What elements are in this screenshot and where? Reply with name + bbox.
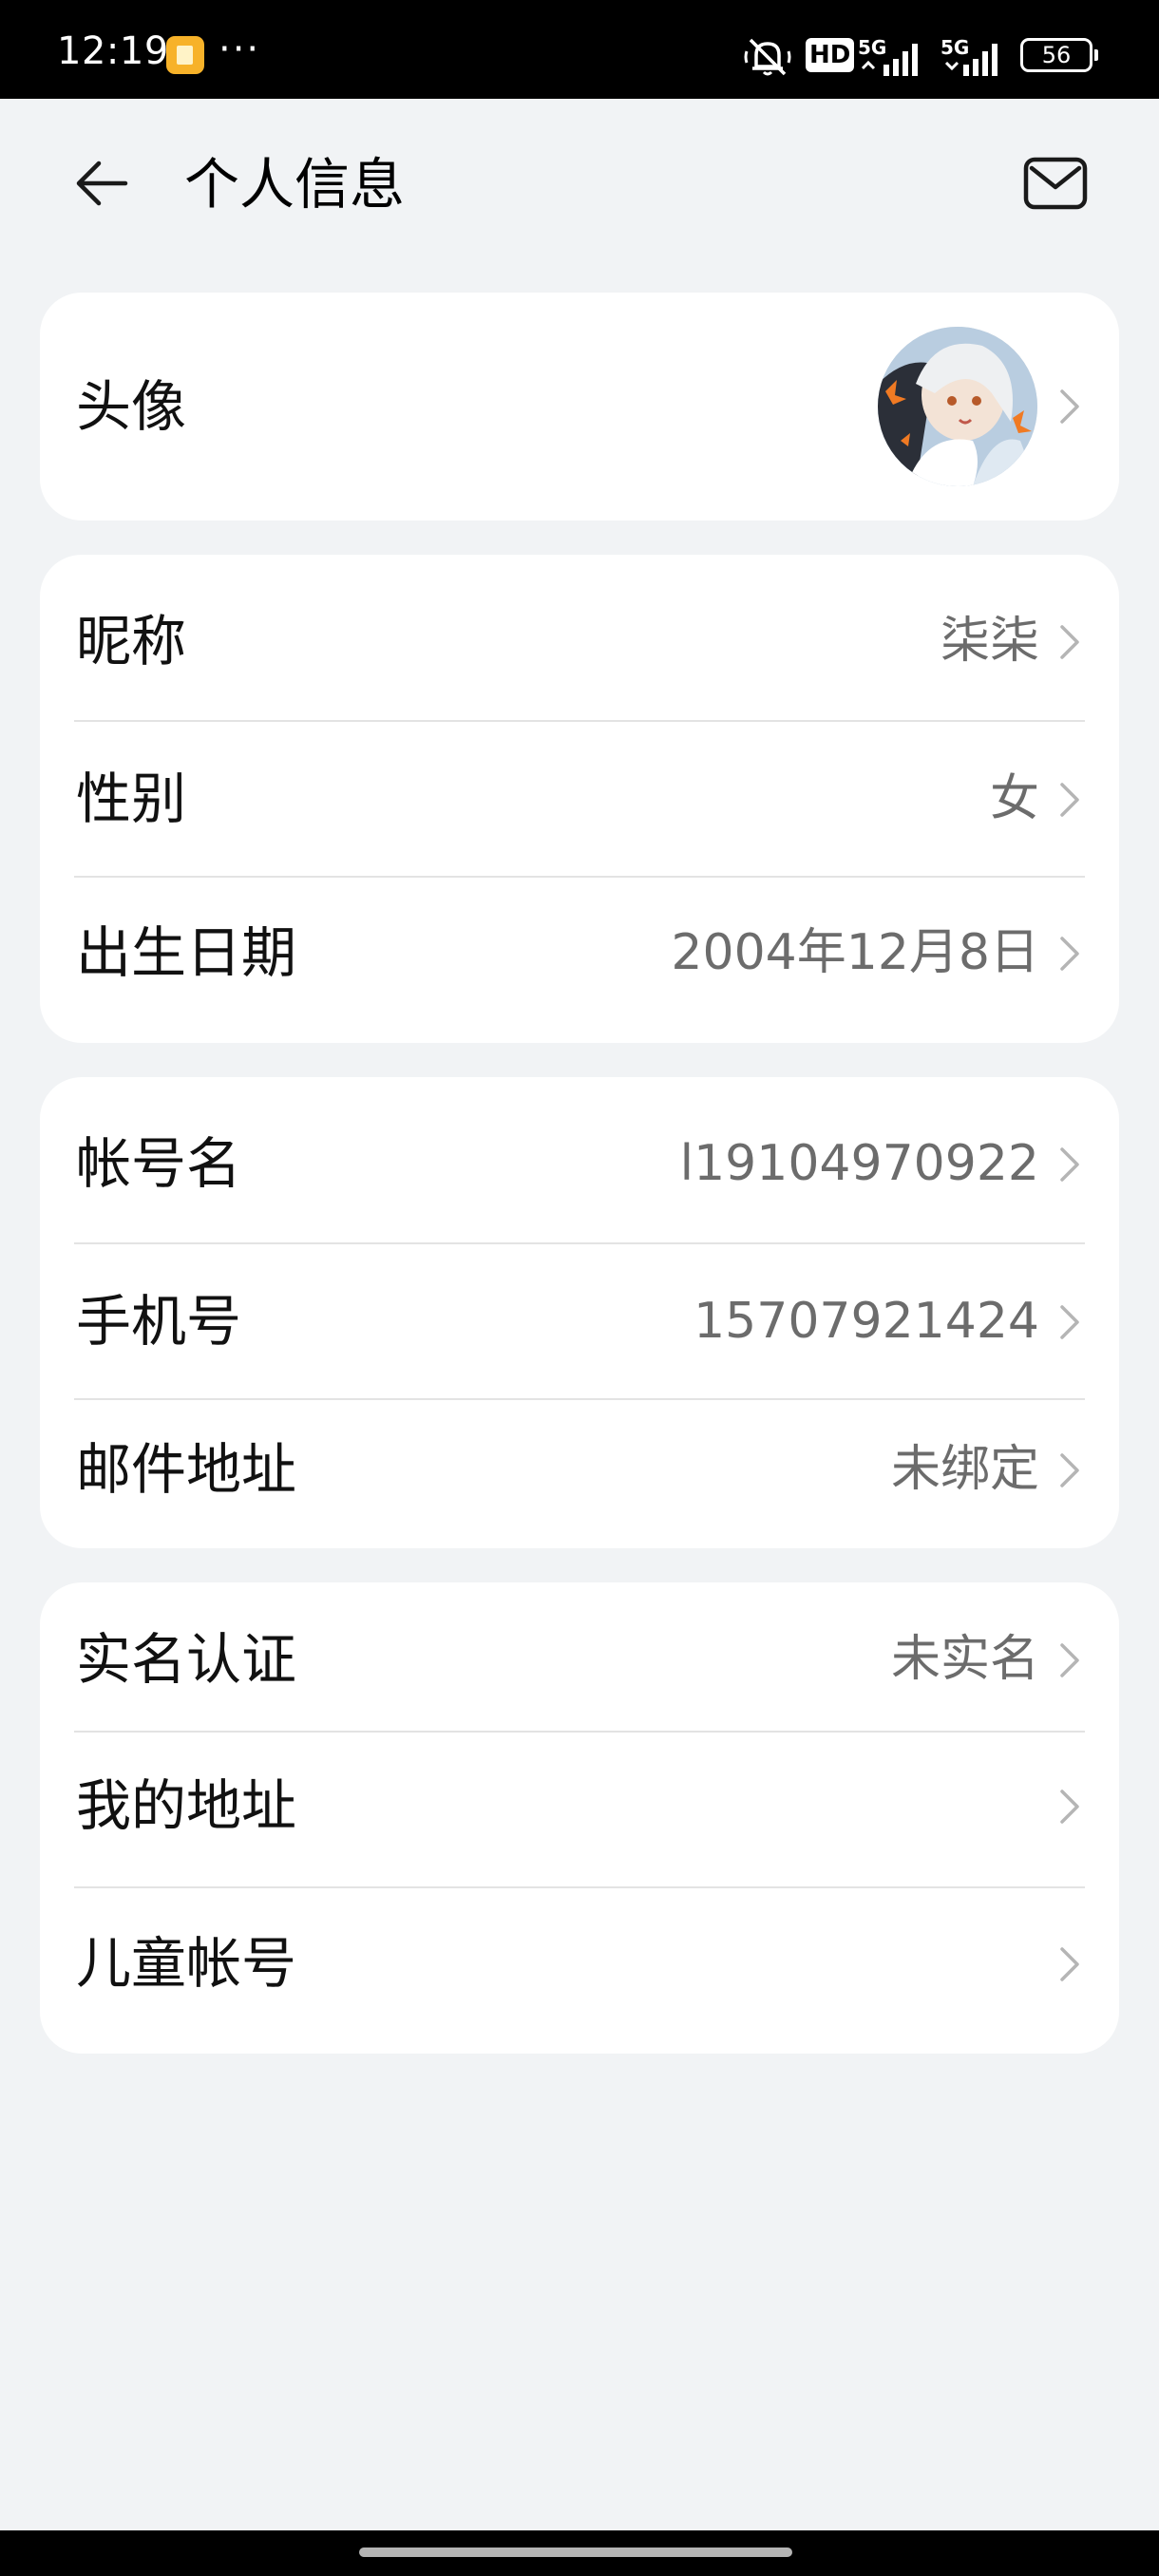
page-title: 个人信息 (184, 152, 406, 217)
real-name-label: 实名认证 (76, 1627, 297, 1692)
avatar-image (878, 327, 1037, 486)
email-value: 未绑定 (890, 1441, 1039, 1498)
app-header: 个人信息 (0, 99, 1159, 260)
nickname-label: 昵称 (76, 609, 187, 673)
chevron-right-icon (1060, 1947, 1079, 1981)
hd-badge: HD (806, 38, 855, 72)
back-button[interactable] (59, 141, 144, 226)
chevron-right-icon (1060, 389, 1079, 424)
child-account-row[interactable]: 儿童帐号 (40, 1888, 1119, 2054)
chevron-right-icon (1060, 1453, 1079, 1487)
chevron-right-icon (1060, 625, 1079, 659)
child-account-label: 儿童帐号 (76, 1931, 297, 1996)
chevron-right-icon (1060, 1790, 1079, 1824)
signal-icon-2 (944, 44, 998, 76)
email-label: 邮件地址 (76, 1437, 297, 1502)
status-time: 12:19 (57, 29, 169, 73)
avatar-card: 头像 (40, 293, 1119, 521)
real-name-value: 未实名 (890, 1631, 1039, 1688)
status-bar: 12:19 ··· HD 5G 5G 56 (0, 0, 1159, 99)
chevron-right-icon (1060, 937, 1079, 971)
phone-label: 手机号 (76, 1289, 242, 1354)
my-address-row[interactable]: 我的地址 (40, 1733, 1119, 1886)
real-name-row[interactable]: 实名认证 未实名 (40, 1582, 1119, 1731)
my-address-label: 我的地址 (76, 1773, 297, 1838)
account-card: 帐号名 l19104970922 手机号 15707921424 邮件地址 未绑… (40, 1077, 1119, 1548)
notification-app-icon (166, 36, 204, 74)
birthday-label: 出生日期 (76, 920, 297, 985)
account-name-row[interactable]: 帐号名 l19104970922 (40, 1077, 1119, 1244)
status-more-icon: ··· (218, 28, 261, 71)
navigation-bar (0, 2530, 1159, 2576)
phone-value: 15707921424 (694, 1293, 1039, 1350)
other-card: 实名认证 未实名 我的地址 儿童帐号 (40, 1582, 1119, 2054)
chevron-right-icon (1060, 783, 1079, 817)
chevron-right-icon (1060, 1305, 1079, 1339)
account-name-label: 帐号名 (76, 1131, 242, 1196)
birthday-value: 2004年12月8日 (671, 924, 1039, 981)
back-arrow-icon (76, 161, 128, 206)
mute-icon (744, 38, 791, 76)
mail-icon (1023, 157, 1088, 210)
birthday-row[interactable]: 出生日期 2004年12月8日 (40, 878, 1119, 1043)
battery-indicator: 56 (1020, 38, 1098, 72)
profile-card: 昵称 柒柒 性别 女 出生日期 2004年12月8日 (40, 555, 1119, 1043)
chevron-right-icon (1060, 1643, 1079, 1677)
gender-label: 性别 (76, 767, 187, 831)
nickname-value: 柒柒 (940, 613, 1039, 670)
signal-icon (861, 44, 918, 76)
avatar-label: 头像 (76, 374, 187, 439)
home-indicator[interactable] (359, 2548, 792, 2557)
email-row[interactable]: 邮件地址 未绑定 (40, 1400, 1119, 1548)
account-name-value: l19104970922 (679, 1135, 1039, 1192)
avatar-row[interactable]: 头像 (40, 293, 1119, 521)
gender-row[interactable]: 性别 女 (40, 722, 1119, 878)
chevron-right-icon (1060, 1147, 1079, 1182)
nickname-row[interactable]: 昵称 柒柒 (40, 555, 1119, 722)
gender-value: 女 (989, 770, 1039, 827)
mail-button[interactable] (1013, 141, 1098, 226)
avatar (878, 327, 1037, 486)
phone-row[interactable]: 手机号 15707921424 (40, 1244, 1119, 1400)
